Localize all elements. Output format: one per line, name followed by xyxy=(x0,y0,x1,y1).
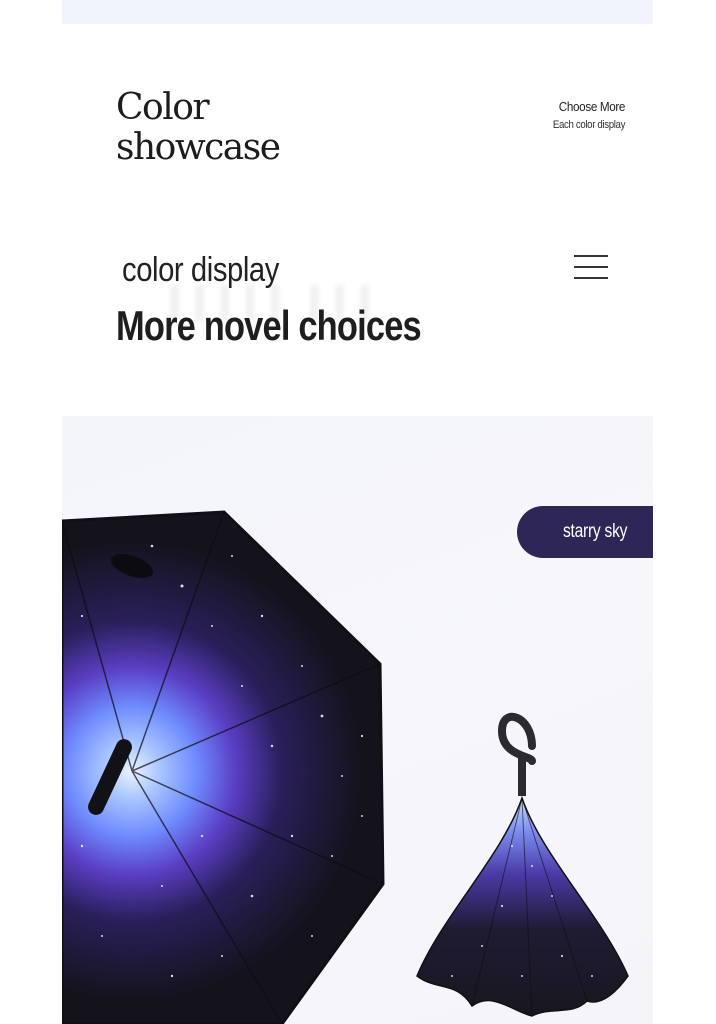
menu-line xyxy=(574,266,608,268)
title-line-1: Color xyxy=(116,87,210,128)
choose-more-title: Choose More xyxy=(558,99,626,114)
choose-more-link[interactable]: Choose More Each color display xyxy=(543,99,626,133)
choose-more-subtitle: Each color display xyxy=(552,119,626,131)
starry-sky-tag[interactable]: starry sky xyxy=(517,506,653,558)
closed-umbrella xyxy=(416,712,629,1017)
top-strip xyxy=(62,0,653,24)
title-line-2: showcase xyxy=(116,127,281,168)
section-subheading: More novel choices xyxy=(116,302,422,349)
menu-line xyxy=(574,255,608,257)
open-umbrella xyxy=(62,510,385,1024)
hamburger-menu-icon[interactable] xyxy=(574,255,608,279)
product-hero: starry sky xyxy=(62,416,653,1024)
tag-label: starry sky xyxy=(563,521,628,542)
page-title: Color showcase xyxy=(116,87,281,168)
menu-line xyxy=(574,277,608,279)
